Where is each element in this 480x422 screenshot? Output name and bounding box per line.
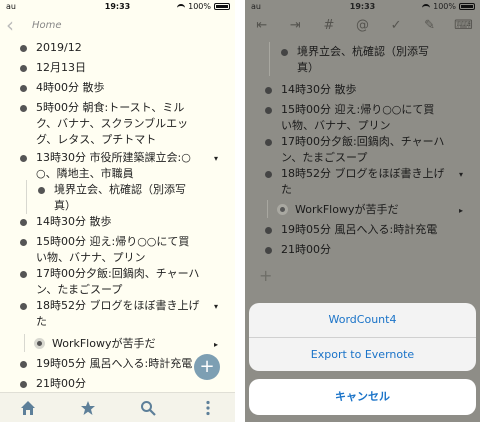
expand-arrow-icon[interactable]: ▸: [214, 340, 218, 349]
item-text[interactable]: 境界立会、杭確認（別添写: [297, 44, 429, 60]
bullet-icon[interactable]: [20, 303, 27, 310]
screen-divider: [235, 0, 245, 422]
battery-icon: [214, 3, 230, 10]
item-text[interactable]: 真）: [54, 198, 76, 214]
bullet-icon[interactable]: [265, 139, 272, 146]
battery-icon-right: [459, 3, 475, 10]
complete-check-icon[interactable]: ✓: [387, 17, 405, 35]
item-text[interactable]: 17時00分夕飯:回鍋肉、チャーハ: [281, 134, 444, 150]
nav-bar: ‹ Home: [0, 14, 235, 36]
bullet-icon[interactable]: [20, 271, 27, 278]
wifi-icon-right: [422, 3, 431, 10]
bullet-icon[interactable]: [265, 87, 272, 94]
item-text[interactable]: 5時00分 朝食:トースト、ミル: [36, 100, 184, 116]
collapse-arrow-icon[interactable]: ▾: [214, 154, 218, 163]
home-icon[interactable]: [20, 400, 36, 416]
bullet-icon[interactable]: [20, 239, 27, 246]
item-text[interactable]: い物、バナナ、プリン: [281, 118, 390, 134]
item-text[interactable]: 4時00分 散歩: [36, 80, 105, 96]
bullet-icon[interactable]: [20, 361, 27, 368]
status-right-group: 100%: [422, 2, 475, 11]
item-text[interactable]: 17時00分夕飯:回鍋肉、チャーハ: [36, 266, 199, 282]
item-text[interactable]: 12月13日: [36, 60, 86, 76]
item-text[interactable]: 19時05分 風呂へ入る:時計充電: [281, 222, 437, 238]
bullet-icon[interactable]: [20, 45, 27, 52]
indent-guide: [269, 42, 270, 76]
edit-note-icon[interactable]: ✎: [421, 17, 439, 35]
add-item-plus-icon[interactable]: +: [259, 266, 272, 285]
item-text[interactable]: ○、隣地主、市職員: [36, 166, 134, 182]
item-text[interactable]: WorkFlowyが苦手だ: [295, 202, 398, 218]
action-sheet: WordCount4 Export to Evernote: [249, 303, 476, 371]
item-text[interactable]: 境界立会、杭確認（別添写: [54, 182, 186, 198]
status-bar-right: au 19:33 100%: [245, 0, 480, 14]
item-text[interactable]: 15時00分 迎え:帰り○○にて買: [281, 102, 434, 118]
bullet-icon[interactable]: [20, 155, 27, 162]
bullet-icon[interactable]: [20, 65, 27, 72]
item-text[interactable]: ク、バナナ、スクランブルエッ: [36, 116, 188, 132]
bullet-icon[interactable]: [20, 219, 27, 226]
indent-guide: [24, 334, 25, 352]
expand-arrow-icon[interactable]: ▸: [459, 206, 463, 215]
back-chevron-icon[interactable]: ‹: [6, 15, 14, 35]
indent-guide: [267, 200, 268, 218]
item-text[interactable]: た: [281, 182, 292, 198]
collapse-arrow-icon[interactable]: ▾: [214, 302, 218, 311]
outdent-icon[interactable]: ⇤: [253, 17, 271, 35]
left-screen: au 19:33 100% ‹ Home 2019/12 12月13日 4時00分 …: [0, 0, 235, 422]
right-screen: au 19:33 100% ⇤ ⇥ # @ ✓ ✎ ⌨ 境界立会、杭確認（別添写…: [245, 0, 480, 422]
item-text[interactable]: ン、たまごスープ: [281, 150, 367, 166]
bullet-icon[interactable]: [38, 187, 45, 194]
more-icon[interactable]: [200, 400, 216, 416]
item-text[interactable]: 19時05分 風呂へ入る:時計充電: [36, 356, 192, 372]
wordcount-option[interactable]: WordCount4: [249, 303, 476, 337]
status-right: 100%: [177, 2, 230, 11]
bullet-icon[interactable]: [265, 107, 272, 114]
cancel-button[interactable]: キャンセル: [249, 379, 476, 415]
indent-icon[interactable]: ⇥: [286, 17, 304, 35]
indent-guide: [26, 180, 27, 214]
mention-icon[interactable]: @: [353, 17, 371, 35]
bullet-icon[interactable]: [265, 227, 272, 234]
collapsed-bullet-icon[interactable]: [277, 204, 288, 215]
export-evernote-option[interactable]: Export to Evernote: [249, 338, 476, 371]
breadcrumb[interactable]: Home: [32, 20, 62, 31]
item-text[interactable]: 18時52分 ブログをほぼ書き上げ: [36, 298, 200, 314]
item-text[interactable]: 18時52分 ブログをほぼ書き上げ: [281, 166, 445, 182]
add-item-button[interactable]: +: [194, 354, 220, 380]
item-text[interactable]: WorkFlowyが苦手だ: [52, 336, 155, 352]
collapsed-bullet-icon[interactable]: [34, 338, 45, 349]
bullet-icon[interactable]: [265, 171, 272, 178]
bullet-icon[interactable]: [20, 85, 27, 92]
editing-toolbar: ⇤ ⇥ # @ ✓ ✎ ⌨: [245, 14, 480, 38]
bullet-icon[interactable]: [20, 381, 27, 388]
item-text[interactable]: 14時30分 散歩: [281, 82, 357, 98]
item-text[interactable]: ン、たまごスープ: [36, 282, 122, 298]
bullet-icon[interactable]: [20, 105, 27, 112]
keyboard-icon[interactable]: ⌨: [454, 17, 473, 35]
item-text[interactable]: 2019/12: [36, 40, 82, 56]
battery-percent: 100%: [188, 2, 211, 11]
status-bar: au 19:33 100%: [0, 0, 235, 14]
item-text[interactable]: 真）: [297, 60, 319, 76]
collapse-arrow-icon[interactable]: ▾: [459, 170, 463, 179]
item-text[interactable]: た: [36, 314, 47, 330]
hashtag-icon[interactable]: #: [320, 17, 338, 35]
wifi-icon: [177, 3, 186, 10]
item-text[interactable]: グ、レタス、プチトマト: [36, 132, 156, 148]
item-text[interactable]: 21時00分: [281, 242, 331, 258]
search-icon[interactable]: [140, 400, 156, 416]
bullet-icon[interactable]: [281, 49, 288, 56]
item-text[interactable]: 15時00分 迎え:帰り○○にて買: [36, 234, 189, 250]
item-text[interactable]: い物、バナナ、プリン: [36, 250, 145, 266]
battery-percent-right: 100%: [433, 2, 456, 11]
star-icon[interactable]: [80, 400, 96, 416]
item-text[interactable]: 14時30分 散歩: [36, 214, 112, 230]
item-text[interactable]: 21時00分: [36, 376, 86, 392]
bullet-icon[interactable]: [265, 247, 272, 254]
tab-bar: [0, 392, 235, 422]
item-text[interactable]: 13時30分 市役所建築課立会:○: [36, 150, 191, 166]
